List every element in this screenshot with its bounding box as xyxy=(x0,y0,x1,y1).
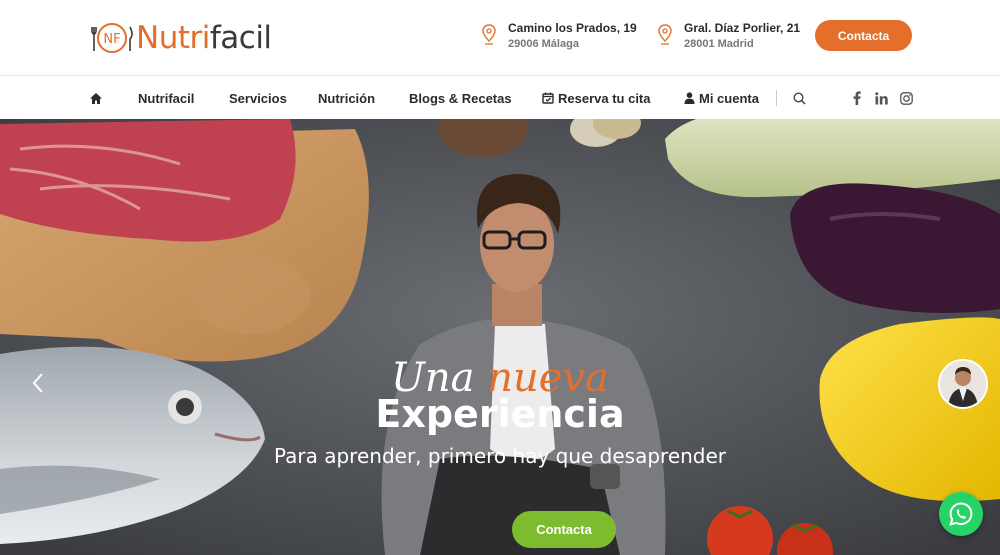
main-nav: Nutrifacil Servicios Nutrición Blogs & R… xyxy=(0,77,1000,119)
calendar-icon xyxy=(542,92,554,104)
hero-title-line2: Experiencia xyxy=(375,392,625,436)
logo[interactable]: NF Nutrifacil xyxy=(90,20,272,56)
address-madrid: Gral. Díaz Porlier, 21 28001 Madrid xyxy=(658,20,800,52)
nav-item-blogs-recetas[interactable]: Blogs & Recetas xyxy=(409,77,512,119)
address-malaga: Camino los Prados, 19 29006 Málaga xyxy=(482,20,637,52)
nav-home[interactable] xyxy=(89,77,107,119)
facebook-link[interactable] xyxy=(853,77,865,119)
address-line1: Camino los Prados, 19 xyxy=(508,21,637,35)
address-line2: 29006 Málaga xyxy=(508,38,579,50)
nav-item-label: Nutrifacil xyxy=(138,90,195,106)
top-header: NF Nutrifacil Camino los Prados, 19 2900… xyxy=(0,0,1000,76)
logo-text-part1: Nutri xyxy=(136,20,210,56)
address-line1: Gral. Díaz Porlier, 21 xyxy=(684,21,801,35)
linkedin-link[interactable] xyxy=(875,77,892,119)
hero-contact-button[interactable]: Contacta xyxy=(512,511,616,548)
map-pin-icon xyxy=(658,24,672,45)
nav-item-label: Mi cuenta xyxy=(699,90,759,106)
nav-item-label: Nutrición xyxy=(318,90,376,106)
search-icon xyxy=(793,91,806,105)
nav-item-label: Servicios xyxy=(229,90,287,106)
nav-item-label: Blogs & Recetas xyxy=(409,90,512,106)
instagram-icon xyxy=(900,91,913,105)
nav-item-mi-cuenta[interactable]: Mi cuenta xyxy=(684,77,759,119)
avatar[interactable] xyxy=(938,359,988,409)
nav-item-label: Reserva tu cita xyxy=(558,90,651,106)
user-icon xyxy=(684,92,695,104)
instagram-link[interactable] xyxy=(900,77,917,119)
nav-divider xyxy=(776,90,777,106)
map-pin-icon xyxy=(482,24,496,45)
logo-text: Nutrifacil xyxy=(136,20,272,56)
hero-slider: Una nueva Experiencia Para aprender, pri… xyxy=(0,119,1000,555)
nav-item-reserva-cita[interactable]: Reserva tu cita xyxy=(542,77,651,119)
avatar-photo-icon xyxy=(940,361,986,407)
whatsapp-button[interactable] xyxy=(939,492,983,536)
chevron-left-icon[interactable] xyxy=(30,371,46,395)
hero-background-image xyxy=(0,119,1000,555)
whatsapp-icon xyxy=(949,502,973,526)
logo-text-part2: facil xyxy=(209,20,272,56)
nav-item-nutrifacil[interactable]: Nutrifacil xyxy=(138,77,194,119)
linkedin-icon xyxy=(875,91,888,104)
nav-item-servicios[interactable]: Servicios xyxy=(229,77,287,119)
nav-item-nutricion[interactable]: Nutrición xyxy=(318,77,375,119)
home-icon xyxy=(90,92,102,104)
contact-button[interactable]: Contacta xyxy=(815,20,912,51)
logo-mark-text: NF xyxy=(103,32,120,47)
hero-subtitle: Para aprender, primero hay que desaprend… xyxy=(273,444,727,468)
facebook-icon xyxy=(853,91,861,105)
address-line2: 28001 Madrid xyxy=(684,38,754,50)
logo-mark-icon: NF xyxy=(91,23,133,53)
nav-search[interactable] xyxy=(793,77,810,119)
